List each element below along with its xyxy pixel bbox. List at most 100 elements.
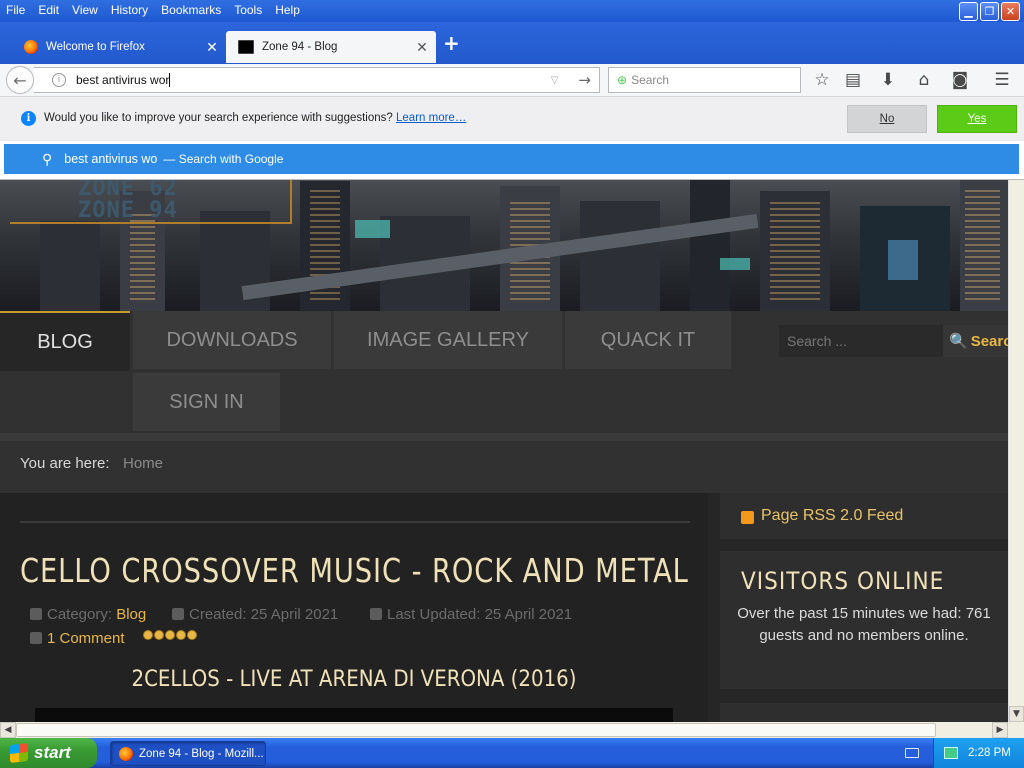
suggestion-action: — Search with Google bbox=[163, 152, 284, 166]
start-button[interactable]: start bbox=[0, 738, 97, 768]
window-controls: ▁ ❐ ✕ bbox=[959, 2, 1020, 21]
horizontal-scrollbar[interactable]: ◀ ▶ bbox=[0, 722, 1008, 738]
menu-view[interactable]: View bbox=[72, 3, 98, 17]
sidebar-module bbox=[720, 703, 1008, 722]
web-page: ZONE 62 ZONE 94 BLOG DOWNLOADS IMAGE GAL… bbox=[0, 180, 1008, 722]
site-search-button[interactable]: 🔍 Search bbox=[943, 325, 1008, 357]
go-arrow-icon[interactable]: → bbox=[578, 71, 591, 89]
reading-list-icon[interactable]: ▤ bbox=[841, 68, 865, 92]
search-input[interactable]: Search bbox=[631, 73, 669, 87]
no-button[interactable]: No bbox=[847, 105, 927, 133]
menu-history[interactable]: History bbox=[111, 3, 148, 17]
tab-title: Zone 94 - Blog bbox=[262, 41, 338, 53]
network-icon[interactable] bbox=[944, 747, 958, 759]
search-suggestion-row[interactable]: ⚲ best antivirus wo — Search with Google bbox=[4, 144, 1019, 174]
site-logo[interactable]: ZONE 62 ZONE 94 bbox=[78, 180, 178, 222]
yes-button[interactable]: Yes bbox=[937, 105, 1017, 133]
nav-downloads[interactable]: DOWNLOADS bbox=[133, 311, 331, 369]
site-favicon-icon bbox=[238, 40, 254, 54]
hamburger-menu-icon[interactable]: ☰ bbox=[990, 68, 1014, 92]
rss-link[interactable]: Page RSS 2.0 Feed bbox=[761, 507, 903, 525]
keyboard-icon[interactable] bbox=[905, 748, 919, 758]
taskbar: start Zone 94 - Blog - Mozill... 2:28 PM bbox=[0, 738, 1024, 768]
search-engine-icon[interactable]: ⊕ bbox=[617, 73, 627, 87]
scroll-thumb[interactable] bbox=[16, 723, 936, 737]
visitors-module: VISITORS ONLINE Over the past 15 minutes… bbox=[720, 551, 1008, 689]
tab-bar: Welcome to Firefox ✕ Zone 94 - Blog ✕ bbox=[0, 22, 1024, 64]
menu-file[interactable]: File bbox=[6, 3, 25, 17]
menu-help[interactable]: Help bbox=[275, 3, 300, 17]
scroll-down-arrow-icon[interactable]: ▼ bbox=[1009, 706, 1024, 722]
windows-logo-icon bbox=[10, 743, 28, 763]
search-suggestions-notification: i Would you like to improve your search … bbox=[0, 97, 1024, 142]
home-icon[interactable]: ⌂ bbox=[912, 68, 936, 92]
article: CELLO CROSSOVER MUSIC - ROCK AND METAL C… bbox=[0, 493, 708, 722]
learn-more-link[interactable]: Learn more… bbox=[396, 112, 466, 124]
site-nav: BLOG DOWNLOADS IMAGE GALLERY QUACK IT SI… bbox=[0, 311, 1008, 433]
comment-icon bbox=[30, 632, 42, 644]
info-icon: i bbox=[21, 111, 36, 126]
clock[interactable]: 2:28 PM bbox=[968, 747, 1011, 759]
url-input[interactable]: best antivirus wor bbox=[76, 73, 551, 88]
menu-tools[interactable]: Tools bbox=[234, 3, 262, 17]
rating-stars[interactable] bbox=[143, 630, 197, 640]
nav-image-gallery[interactable]: IMAGE GALLERY bbox=[334, 311, 562, 369]
category-link[interactable]: Blog bbox=[116, 606, 146, 623]
visitors-text: Over the past 15 minutes we had: 761 gue… bbox=[737, 605, 991, 644]
tab-zone94[interactable]: Zone 94 - Blog ✕ bbox=[226, 31, 436, 63]
dropdown-arrow-icon[interactable]: ▽ bbox=[551, 75, 559, 86]
breadcrumb: You are here: Home bbox=[0, 433, 1008, 493]
url-bar[interactable]: i best antivirus wor ▽ → bbox=[34, 67, 600, 93]
star-icon[interactable] bbox=[176, 630, 186, 640]
new-tab-button[interactable]: + bbox=[443, 30, 460, 56]
search-icon: ⚲ bbox=[42, 150, 53, 167]
rss-icon bbox=[741, 511, 754, 524]
site-search-input[interactable]: Search ... bbox=[779, 325, 943, 357]
tab-welcome[interactable]: Welcome to Firefox ✕ bbox=[12, 31, 226, 63]
star-icon[interactable] bbox=[143, 630, 153, 640]
breadcrumb-home-link[interactable]: Home bbox=[123, 455, 163, 472]
article-subtitle: 2CELLOS - LIVE AT ARENA DI VERONA (2016) bbox=[131, 667, 577, 692]
suggestion-query: best antivirus wo bbox=[64, 152, 158, 166]
star-icon[interactable] bbox=[154, 630, 164, 640]
article-title[interactable]: CELLO CROSSOVER MUSIC - ROCK AND METAL bbox=[20, 551, 689, 590]
visitors-title: VISITORS ONLINE bbox=[741, 567, 945, 595]
close-tab-icon[interactable]: ✕ bbox=[204, 39, 220, 56]
scroll-left-arrow-icon[interactable]: ◀ bbox=[0, 722, 16, 738]
star-icon[interactable] bbox=[187, 630, 197, 640]
back-button[interactable]: ← bbox=[6, 66, 34, 94]
article-updated: Last Updated: 25 April 2021 bbox=[370, 606, 572, 623]
close-window-button[interactable]: ✕ bbox=[1001, 2, 1020, 21]
rss-module: Page RSS 2.0 Feed bbox=[720, 493, 1008, 539]
scroll-right-arrow-icon[interactable]: ▶ bbox=[992, 722, 1008, 738]
category-icon bbox=[30, 608, 42, 620]
search-bar[interactable]: ⊕ Search bbox=[608, 67, 801, 93]
menu-bar: File Edit View History Bookmarks Tools H… bbox=[0, 0, 1024, 22]
breadcrumb-label: You are here: bbox=[20, 455, 110, 472]
video-embed[interactable] bbox=[35, 708, 673, 722]
article-comments[interactable]: 1 Comment bbox=[30, 630, 125, 647]
star-icon[interactable] bbox=[165, 630, 175, 640]
info-icon[interactable]: i bbox=[52, 73, 66, 87]
nav-sign-in[interactable]: SIGN IN bbox=[133, 373, 280, 431]
nav-bar: i best antivirus wor ▽ → ← ⊕ Search ☆ ▤ … bbox=[0, 64, 1024, 97]
restore-button[interactable]: ❐ bbox=[980, 2, 999, 21]
article-created: Created: 25 April 2021 bbox=[172, 606, 338, 623]
taskbar-firefox-task[interactable]: Zone 94 - Blog - Mozill... bbox=[110, 741, 266, 766]
notification-message: Would you like to improve your search ex… bbox=[44, 112, 467, 124]
divider bbox=[20, 521, 690, 523]
scroll-corner bbox=[1008, 722, 1024, 738]
site-banner: ZONE 62 ZONE 94 bbox=[0, 180, 1008, 311]
nav-quack-it[interactable]: QUACK IT bbox=[565, 311, 731, 369]
menu-bookmarks[interactable]: Bookmarks bbox=[161, 3, 221, 17]
minimize-button[interactable]: ▁ bbox=[959, 2, 978, 21]
close-tab-icon[interactable]: ✕ bbox=[414, 39, 430, 56]
downloads-icon[interactable]: ⬇ bbox=[876, 68, 900, 92]
vertical-scrollbar[interactable]: ▼ bbox=[1008, 180, 1024, 722]
bookmark-star-icon[interactable]: ☆ bbox=[810, 68, 834, 92]
system-tray: 2:28 PM bbox=[933, 738, 1024, 768]
pocket-icon[interactable]: ◙ bbox=[948, 68, 972, 92]
menu-items: File Edit View History Bookmarks Tools H… bbox=[6, 3, 300, 17]
nav-blog[interactable]: BLOG bbox=[0, 311, 130, 371]
menu-edit[interactable]: Edit bbox=[38, 3, 59, 17]
